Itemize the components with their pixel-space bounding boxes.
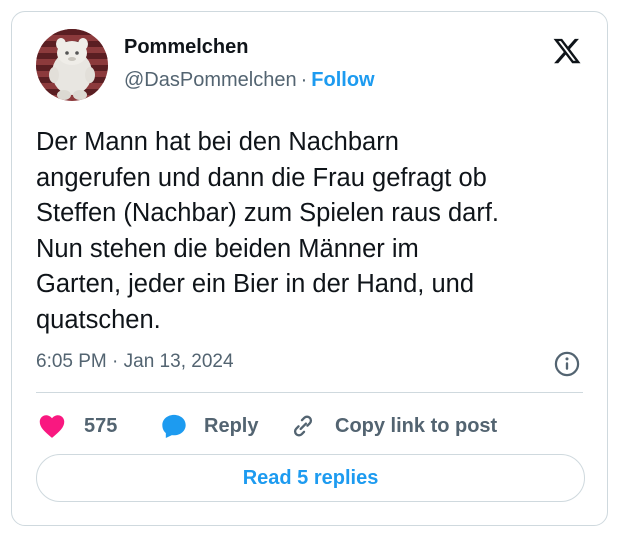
like-count: 575 [84, 414, 118, 437]
heart-icon [38, 413, 66, 439]
avatar[interactable] [36, 29, 108, 101]
x-logo-icon[interactable] [552, 36, 582, 66]
link-icon [289, 412, 317, 440]
reply-label: Reply [204, 414, 259, 437]
divider [36, 392, 583, 393]
embedded-post-card: Pommelchen @DasPommelchen · Follow Der Man… [11, 11, 608, 526]
post-text: Der Mann hat bei den Nachbarn angerufen … [36, 128, 500, 334]
reply-button[interactable]: Reply [160, 411, 258, 441]
info-icon[interactable] [553, 350, 581, 378]
separator-dot: · [300, 69, 308, 91]
copy-link-button[interactable]: Copy link to post [289, 411, 497, 441]
follow-button[interactable]: Follow [311, 69, 374, 91]
copy-link-label: Copy link to post [335, 414, 498, 437]
author-handle-row: @DasPommelchen · Follow [124, 69, 375, 92]
read-replies-button[interactable]: Read 5 replies [36, 454, 585, 502]
author-display-name[interactable]: Pommelchen [124, 36, 248, 59]
speech-bubble-icon [160, 412, 188, 440]
post-timestamp[interactable]: 6:05 PM · Jan 13, 2024 [36, 351, 234, 373]
like-button[interactable]: 575 [38, 411, 117, 441]
author-handle[interactable]: @DasPommelchen [124, 69, 297, 91]
avatar-image [36, 29, 108, 101]
